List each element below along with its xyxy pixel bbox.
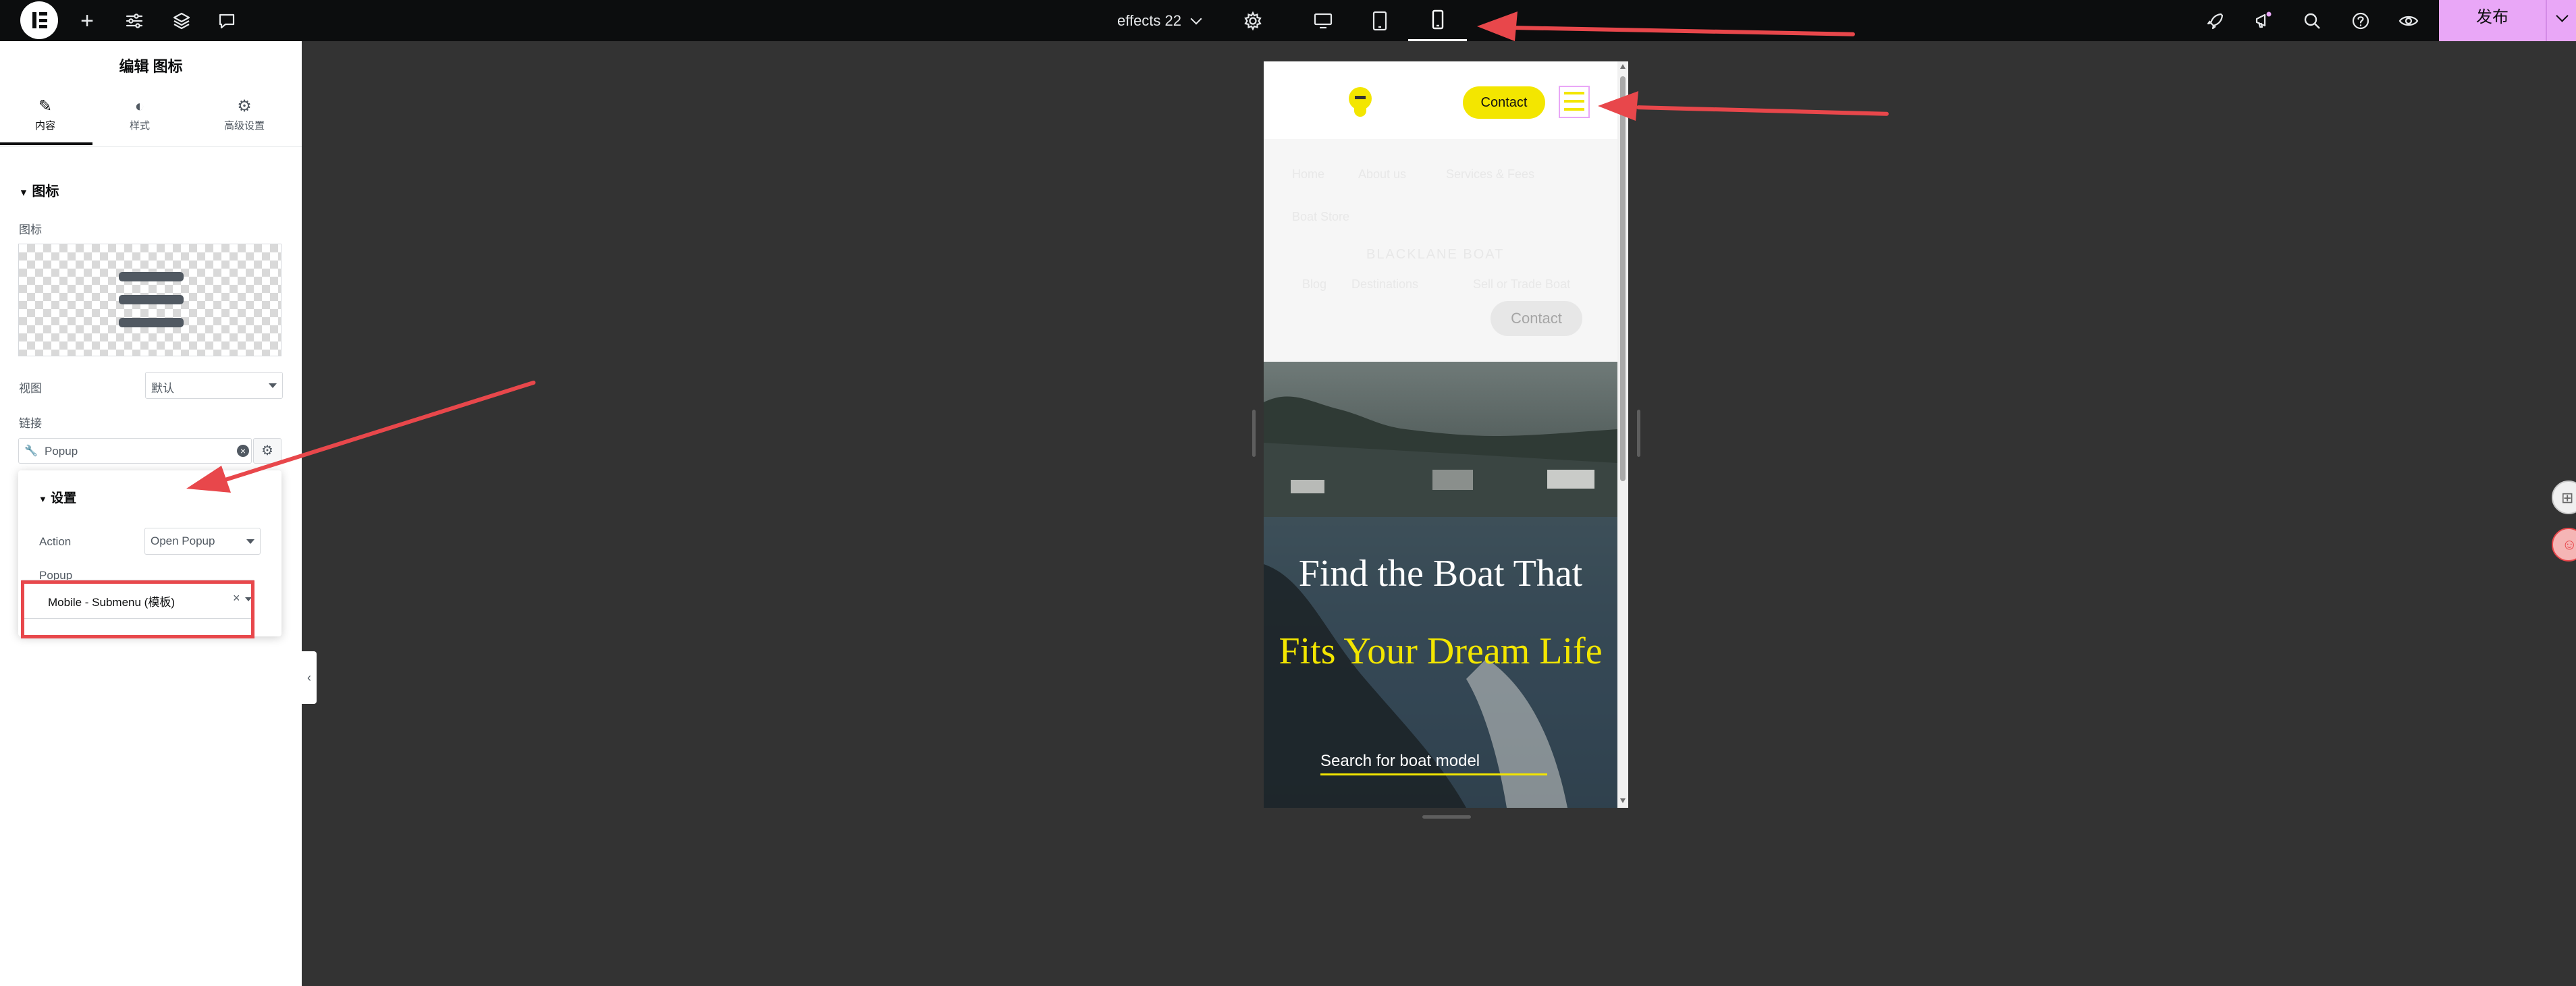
hamburger-menu-icon[interactable] [1559, 86, 1590, 118]
active-tab-indicator [0, 142, 92, 145]
chevron-left-icon: ‹ [307, 671, 311, 684]
highlight-box [21, 580, 254, 638]
floating-tools-button[interactable]: ⊞ [2552, 481, 2576, 514]
gear-icon [1244, 11, 1262, 30]
resize-handle-right[interactable] [1637, 410, 1640, 457]
hero-search-field[interactable]: Search for boat model [1320, 746, 1547, 775]
page-name: effects 22 [1117, 11, 1181, 29]
link-label: 链接 [19, 417, 42, 430]
preview-scrollbar[interactable] [1617, 61, 1628, 808]
caret-down-icon: ▼ [38, 494, 47, 504]
eye-icon [2398, 16, 2419, 26]
mobile-view-button[interactable] [1408, 0, 1467, 41]
tab-style[interactable]: ◐ 样式 [96, 97, 184, 144]
icon-picker[interactable] [18, 244, 281, 356]
layers-icon [173, 12, 190, 29]
add-element-button[interactable]: + [72, 0, 103, 41]
chevron-down-icon [1190, 13, 1202, 24]
annotation-arrow-line [1636, 105, 1889, 116]
scroll-down-icon[interactable] [1620, 798, 1626, 803]
view-label: 视图 [19, 382, 42, 395]
icon-label: 图标 [19, 223, 42, 236]
popover-section-header[interactable]: ▼ 设置 [38, 488, 76, 506]
tab-advanced[interactable]: ⚙ 高级设置 [200, 97, 288, 144]
clear-link-icon[interactable]: × [237, 445, 249, 457]
structure-button[interactable] [166, 0, 197, 41]
plus-icon: + [80, 7, 94, 34]
launchpad-button[interactable] [2199, 0, 2232, 41]
annotation-arrowhead [186, 466, 231, 493]
help-circle-icon [2352, 12, 2369, 29]
publish-label: 发布 [2476, 8, 2508, 26]
mobile-preview: Contact Home About us Services & Fees Bo… [1264, 61, 1628, 808]
tablet-view-button[interactable] [1362, 0, 1397, 41]
tab-content[interactable]: ✎ 内容 [1, 97, 89, 144]
top-bar: + effects 22 发布 [0, 0, 2576, 41]
view-select[interactable]: 默认 [145, 372, 283, 399]
annotation-arrowhead [1598, 91, 1638, 121]
desktop-view-button[interactable] [1306, 0, 1341, 41]
desktop-icon [1314, 13, 1333, 28]
grid-icon: ⊞ [2561, 489, 2574, 506]
sliders-icon [126, 13, 143, 28]
publish-button[interactable]: 发布 [2439, 0, 2576, 41]
comment-icon [219, 13, 235, 28]
notes-button[interactable] [211, 0, 242, 41]
action-label: Action [39, 535, 72, 548]
rocket-icon [2207, 13, 2224, 29]
gear-icon: ⚙ [261, 443, 273, 458]
faded-contact-button: Contact [1491, 301, 1582, 336]
chevron-down-icon[interactable] [2556, 9, 2569, 22]
section-header[interactable]: ▼ 图标 [19, 180, 59, 200]
faded-nav-section: Home About us Services & Fees Boat Store… [1264, 139, 1617, 362]
scroll-up-icon[interactable] [1620, 64, 1626, 69]
hero-section: Find the Boat That Fits Your Dream Life … [1264, 362, 1617, 808]
search-button[interactable] [2295, 0, 2329, 41]
caret-down-icon [269, 383, 277, 388]
hero-title-yellow: Fits Your Dream Life [1279, 630, 1603, 672]
floating-assistant-button[interactable]: ☺ [2552, 528, 2576, 562]
site-logo-icon[interactable] [1349, 87, 1372, 118]
caret-down-icon: ▼ [19, 187, 28, 198]
annotation-arrowhead [1477, 11, 1518, 41]
editor-panel: 编辑 图标 ✎ 内容 ◐ 样式 ⚙ 高级设置 ▼ 图标 图标 视图 默认 链接 … [0, 41, 302, 986]
elementor-logo-icon[interactable] [20, 1, 58, 39]
action-select[interactable]: Open Popup [144, 528, 261, 555]
link-options-button[interactable]: ⚙ [253, 438, 281, 464]
wrench-icon: 🔧 [24, 445, 38, 457]
search-icon [2304, 13, 2320, 29]
collapse-panel-button[interactable]: ‹ [302, 651, 317, 704]
half-circle-icon: ◐ [134, 97, 145, 115]
whats-new-button[interactable] [2247, 0, 2280, 41]
panel-title: 编辑 图标 [119, 58, 183, 75]
megaphone-icon [2255, 11, 2272, 28]
tablet-icon [1372, 11, 1387, 30]
avatar-icon: ☺ [2562, 536, 2576, 553]
preview-button[interactable] [2392, 0, 2425, 41]
pencil-icon: ✎ [38, 97, 53, 115]
resize-handle-bottom[interactable] [1422, 815, 1471, 819]
caret-down-icon [246, 539, 254, 544]
hamburger-menu-icon [119, 272, 184, 327]
preview-header: Contact [1264, 61, 1617, 139]
site-settings-button[interactable] [119, 0, 150, 41]
help-button[interactable] [2344, 0, 2378, 41]
scrollbar-thumb[interactable] [1620, 76, 1626, 481]
hero-title-white: Find the Boat That [1298, 553, 1583, 595]
resize-handle-left[interactable] [1252, 410, 1256, 457]
link-input[interactable]: 🔧 Popup × [18, 438, 252, 464]
gear-icon: ⚙ [237, 97, 252, 115]
header-contact-button[interactable]: Contact [1463, 86, 1545, 119]
page-settings-button[interactable] [1238, 0, 1268, 41]
mobile-icon [1432, 9, 1443, 30]
page-selector[interactable]: effects 22 [1117, 0, 1232, 41]
